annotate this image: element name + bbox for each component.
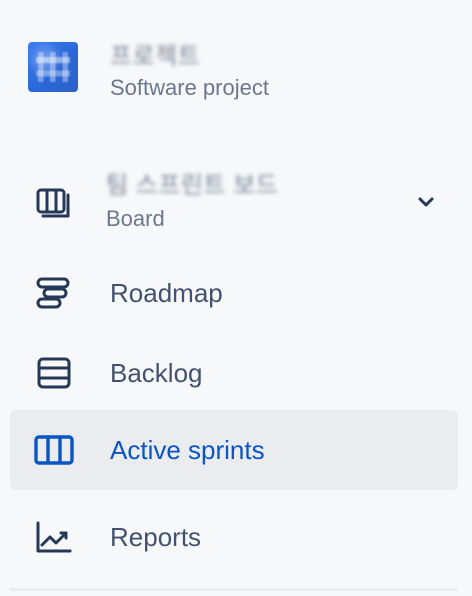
board-switcher[interactable]: 팀 스프린트 보드 Board <box>10 152 458 252</box>
project-name: 프로젝트 <box>110 43 201 70</box>
backlog-icon <box>32 351 76 395</box>
sidebar-item-backlog[interactable]: Backlog <box>10 333 458 413</box>
sidebar-item-active-sprints[interactable]: Active sprints <box>10 410 458 490</box>
columns-icon <box>32 428 76 472</box>
chart-icon <box>32 515 76 559</box>
project-avatar <box>28 42 78 92</box>
board-subtitle: Board <box>106 206 165 231</box>
sidebar-item-reports[interactable]: Reports <box>10 497 458 577</box>
project-type: Software project <box>110 75 269 100</box>
project-text: 프로젝트 Software project <box>110 42 269 102</box>
sidebar-item-roadmap[interactable]: Roadmap <box>10 253 458 333</box>
board-texts: 팀 스프린트 보드 Board <box>106 171 278 233</box>
project-sidebar: 프로젝트 Software project 팀 스프린트 보드 Board Ro… <box>0 0 472 596</box>
sidebar-item-label: Roadmap <box>110 278 223 308</box>
project-header[interactable]: 프로젝트 Software project <box>28 42 269 102</box>
sidebar-item-label: Reports <box>110 522 202 552</box>
sidebar-item-label: Active sprints <box>110 435 265 465</box>
board-icon <box>32 180 76 224</box>
divider <box>10 588 458 591</box>
roadmap-icon <box>32 271 76 315</box>
sidebar-item-label: Backlog <box>110 358 203 388</box>
chevron-down-icon[interactable] <box>414 190 438 214</box>
board-name: 팀 스프린트 보드 <box>106 172 279 199</box>
